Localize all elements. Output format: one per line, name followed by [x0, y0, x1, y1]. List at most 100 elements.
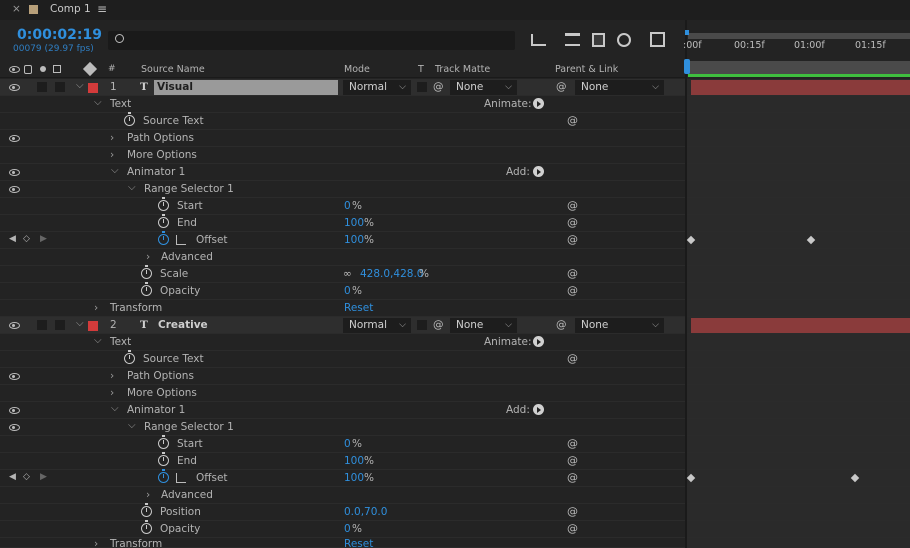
stopwatch-icon[interactable]	[141, 282, 152, 296]
solo-column-icon[interactable]	[40, 66, 46, 72]
tab-menu-icon[interactable]: ≡	[97, 2, 107, 16]
layer-expand-chevron-icon[interactable]: ⌵	[76, 318, 84, 329]
pickwhip-icon[interactable]: @	[567, 115, 579, 127]
label-column-icon[interactable]	[82, 61, 98, 77]
property-row-position[interactable]: Position 0.0,70.0 @	[0, 503, 685, 521]
layer-row-1[interactable]: ⌵ 1 T Visual Normal ⌵ @ None ⌵ @ None ⌵	[0, 79, 685, 96]
current-timecode[interactable]: 0:00:02:19	[17, 27, 102, 43]
opacity-value[interactable]: 0	[344, 285, 351, 297]
lock-switch[interactable]	[55, 320, 65, 330]
reset-link[interactable]: Reset	[344, 302, 373, 314]
property-row-offset[interactable]: ◀ ◇ ▶ Offset 100 % @	[0, 231, 685, 249]
stopwatch-icon[interactable]	[158, 435, 169, 449]
property-row-offset[interactable]: ◀ ◇ ▶ Offset 100 % @	[0, 469, 685, 487]
property-row-transform[interactable]: › Transform Reset	[0, 300, 685, 317]
offset-value[interactable]: 100	[344, 472, 364, 484]
header-source-name[interactable]: Source Name	[141, 64, 205, 75]
stopwatch-icon[interactable]	[158, 197, 169, 211]
expand-chevron-icon[interactable]: ⌵	[94, 335, 102, 346]
track-matte-dropdown[interactable]: None ⌵	[450, 318, 517, 333]
solo-switch[interactable]	[37, 82, 47, 92]
layer-duration-bar-1[interactable]	[691, 80, 910, 95]
lock-switch[interactable]	[55, 82, 65, 92]
constrain-proportions-link-icon[interactable]: ∞	[343, 268, 352, 280]
stopwatch-icon[interactable]	[141, 503, 152, 517]
expand-chevron-icon[interactable]: ⌵	[111, 165, 119, 176]
hide-shy-layers-icon[interactable]	[592, 33, 605, 47]
draft-3d-icon[interactable]	[565, 33, 580, 46]
property-row-start[interactable]: Start 0 % @	[0, 197, 685, 215]
property-row-advanced[interactable]: › Advanced	[0, 487, 685, 504]
property-row-end[interactable]: End 100 % @	[0, 214, 685, 232]
visibility-eye-icon[interactable]	[9, 186, 20, 193]
property-row-source-text[interactable]: Source Text @	[0, 112, 685, 130]
stopwatch-icon[interactable]	[141, 520, 152, 534]
property-row-range-selector[interactable]: ⌵ Range Selector 1	[0, 419, 685, 436]
pickwhip-icon[interactable]: @	[567, 200, 579, 212]
layer-duration-bar-2[interactable]	[691, 318, 910, 333]
visibility-eye-icon[interactable]	[9, 373, 20, 380]
expand-arrow-icon[interactable]: ›	[110, 370, 114, 382]
expand-chevron-icon[interactable]: ⌵	[128, 182, 136, 193]
search-input[interactable]	[108, 31, 515, 50]
expand-arrow-icon[interactable]: ›	[146, 489, 150, 501]
property-row-animator[interactable]: ⌵ Animator 1 Add:	[0, 164, 685, 181]
property-row-scale[interactable]: Scale ∞ 428.0,428.0 % @	[0, 265, 685, 283]
animate-menu-play-icon[interactable]	[533, 336, 544, 347]
layer-name-field[interactable]: Visual	[154, 80, 338, 95]
property-row-end[interactable]: End 100 % @	[0, 452, 685, 470]
video-column-eye-icon[interactable]	[9, 66, 20, 73]
property-row-path-options[interactable]: › Path Options	[0, 130, 685, 147]
scale-value[interactable]: 428.0,428.0	[360, 268, 423, 280]
expand-arrow-icon[interactable]: ›	[94, 538, 98, 547]
visibility-eye-icon[interactable]	[9, 424, 20, 431]
blend-mode-dropdown[interactable]: Normal ⌵	[343, 80, 411, 95]
pickwhip-icon[interactable]: @	[567, 472, 579, 484]
pickwhip-icon[interactable]: @	[567, 217, 579, 229]
add-keyframe-icon[interactable]: ◇	[23, 234, 30, 244]
parent-pickwhip-icon[interactable]: @	[556, 319, 567, 331]
visibility-eye-icon[interactable]	[9, 407, 20, 414]
expand-arrow-icon[interactable]: ›	[110, 387, 114, 399]
solo-switch[interactable]	[37, 320, 47, 330]
stopwatch-active-icon[interactable]	[158, 469, 169, 483]
parent-dropdown[interactable]: None ⌵	[575, 80, 664, 95]
property-row-transform[interactable]: › Transform Reset	[0, 538, 685, 548]
property-row-path-options[interactable]: › Path Options	[0, 368, 685, 385]
next-keyframe-icon[interactable]: ▶	[40, 234, 47, 244]
expand-chevron-icon[interactable]: ⌵	[94, 97, 102, 108]
expand-arrow-icon[interactable]: ›	[110, 132, 114, 144]
prev-keyframe-icon[interactable]: ◀	[9, 472, 16, 482]
time-navigator[interactable]	[688, 33, 910, 39]
property-row-animator[interactable]: ⌵ Animator 1 Add:	[0, 402, 685, 419]
property-row-text[interactable]: ⌵ Text Animate:	[0, 334, 685, 351]
add-menu-play-icon[interactable]	[533, 166, 544, 177]
graph-editor-icon[interactable]	[176, 473, 186, 483]
layer-label-color[interactable]	[88, 83, 98, 93]
pickwhip-icon[interactable]: @	[567, 234, 579, 246]
pickwhip-icon[interactable]: @	[567, 523, 579, 535]
property-row-more-options[interactable]: › More Options	[0, 147, 685, 164]
layer-row-2[interactable]: ⌵ 2 T Creative Normal ⌵ @ None ⌵ @ None ⌵	[0, 317, 685, 334]
property-row-opacity[interactable]: Opacity 0 % @	[0, 282, 685, 300]
track-matte-dropdown[interactable]: None ⌵	[450, 80, 517, 95]
visibility-eye-icon[interactable]	[9, 135, 20, 142]
pickwhip-icon[interactable]: @	[567, 506, 579, 518]
pickwhip-icon[interactable]: @	[567, 353, 579, 365]
tab-close-icon[interactable]: ×	[12, 3, 21, 15]
property-row-start[interactable]: Start 0 % @	[0, 435, 685, 453]
preserve-transparency-toggle[interactable]	[417, 82, 427, 92]
graph-editor-icon[interactable]	[176, 235, 186, 245]
expand-arrow-icon[interactable]: ›	[94, 302, 98, 314]
expand-chevron-icon[interactable]: ⌵	[111, 403, 119, 414]
pickwhip-icon[interactable]: @	[567, 268, 579, 280]
prev-keyframe-icon[interactable]: ◀	[9, 234, 16, 244]
navigator-start-handle[interactable]	[685, 30, 689, 35]
reset-link[interactable]: Reset	[344, 538, 373, 547]
expand-chevron-icon[interactable]: ⌵	[128, 420, 136, 431]
expand-arrow-icon[interactable]: ›	[146, 251, 150, 263]
next-keyframe-icon[interactable]: ▶	[40, 472, 47, 482]
lock-column-icon[interactable]	[53, 65, 61, 73]
add-menu-play-icon[interactable]	[533, 404, 544, 415]
comp-tab-title[interactable]: Comp 1	[50, 3, 91, 15]
